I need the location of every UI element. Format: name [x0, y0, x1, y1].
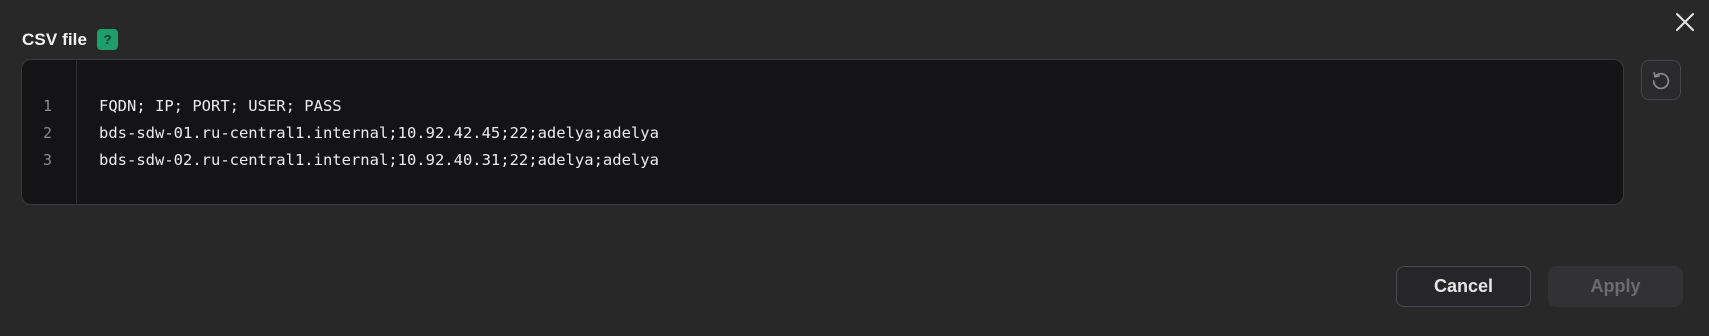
csv-editor[interactable]: 1 2 3 FQDN; IP; PORT; USER; PASS bds-sdw… — [21, 59, 1624, 205]
reset-icon — [1652, 71, 1670, 90]
close-icon — [1676, 13, 1694, 31]
code-line[interactable]: bds-sdw-01.ru-central1.internal;10.92.42… — [99, 120, 659, 147]
line-number-gutter: 1 2 3 — [22, 60, 77, 204]
code-line[interactable]: bds-sdw-02.ru-central1.internal;10.92.40… — [99, 147, 659, 174]
line-number: 1 — [42, 97, 53, 115]
help-icon[interactable]: ? — [97, 29, 119, 50]
line-number: 3 — [42, 151, 53, 169]
csv-file-dialog: CSV file ? 1 2 3 FQDN; IP; PORT; USER; P… — [0, 0, 1709, 336]
reset-button[interactable] — [1641, 60, 1681, 100]
close-button[interactable] — [1673, 10, 1697, 34]
field-label: CSV file ? — [22, 29, 119, 50]
cancel-button[interactable]: Cancel — [1396, 266, 1531, 307]
code-line[interactable]: FQDN; IP; PORT; USER; PASS — [99, 93, 342, 120]
line-number: 2 — [42, 124, 53, 142]
apply-button[interactable]: Apply — [1548, 266, 1683, 307]
field-label-text: CSV file — [22, 29, 88, 49]
